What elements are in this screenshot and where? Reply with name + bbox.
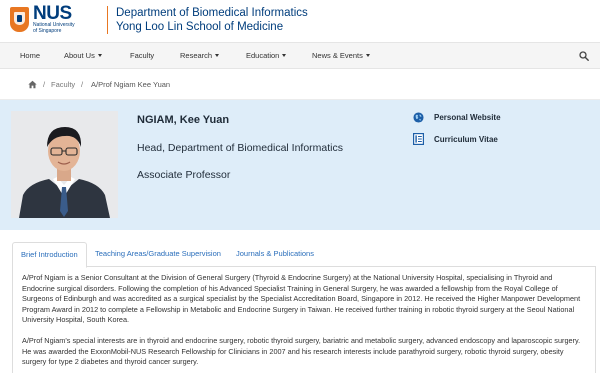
- department-name: Department of Biomedical Informatics: [116, 6, 308, 19]
- school-name: Yong Loo Lin School of Medicine: [116, 20, 284, 33]
- profile-tabs: Brief Introduction Teaching Areas/Gradua…: [12, 242, 596, 268]
- nus-crest-icon: [10, 7, 29, 32]
- breadcrumb-current: A/Prof Ngiam Kee Yuan: [91, 80, 171, 89]
- site-header: NUS National University of Singapore Dep…: [0, 0, 600, 42]
- nus-wordmark-line2: of Singapore: [33, 28, 62, 34]
- chevron-down-icon: [282, 53, 287, 57]
- nav-research-label: Research: [180, 51, 213, 60]
- profile-name: NGIAM, Kee Yuan: [137, 114, 230, 126]
- intro-paragraph: A/Prof Ngiam is a Senior Consultant at t…: [22, 273, 581, 324]
- breadcrumb: / Faculty / A/Prof Ngiam Kee Yuan: [0, 69, 600, 100]
- nav-faculty[interactable]: Faculty: [130, 43, 154, 70]
- document-icon: [413, 133, 424, 145]
- tab-brief-introduction-label: Brief Introduction: [21, 250, 78, 259]
- tab-teaching-areas[interactable]: Teaching Areas/Graduate Supervision: [87, 242, 229, 267]
- chevron-down-icon: [365, 53, 370, 57]
- tab-journals-publications[interactable]: Journals & Publications: [228, 242, 322, 267]
- tab-teaching-areas-label: Teaching Areas/Graduate Supervision: [95, 249, 221, 258]
- nus-logo[interactable]: NUS National University of Singapore Dep…: [10, 3, 308, 34]
- curriculum-vitae-link[interactable]: Curriculum Vitae: [413, 133, 498, 145]
- profile-banner: NGIAM, Kee Yuan Head, Department of Biom…: [0, 100, 600, 230]
- tab-journals-publications-label: Journals & Publications: [236, 249, 314, 258]
- main-navigation: Home About Us Faculty Research Education…: [0, 42, 600, 69]
- personal-website-label: Personal Website: [434, 113, 501, 122]
- globe-icon: [413, 112, 424, 123]
- nav-faculty-label: Faculty: [130, 51, 155, 60]
- nav-education-label: Education: [246, 51, 280, 60]
- search-icon[interactable]: [579, 51, 589, 61]
- curriculum-vitae-label: Curriculum Vitae: [434, 134, 498, 144]
- tab-content-brief-introduction: A/Prof Ngiam is a Senior Consultant at t…: [12, 267, 596, 373]
- home-icon[interactable]: [28, 80, 37, 89]
- nav-news-events[interactable]: News & Events: [312, 43, 370, 70]
- nus-wordmark: NUS National University of Singapore: [33, 3, 105, 34]
- profile-position: Head, Department of Biomedical Informati…: [137, 142, 344, 154]
- nus-wordmark-title: NUS: [33, 3, 72, 24]
- breadcrumb-separator: /: [43, 80, 46, 89]
- logo-divider: [107, 5, 108, 34]
- nav-home[interactable]: Home: [20, 43, 40, 70]
- profile-title: Associate Professor: [137, 169, 231, 181]
- profile-photo: [11, 111, 118, 218]
- personal-website-link[interactable]: Personal Website: [413, 112, 501, 123]
- nav-about-us[interactable]: About Us: [64, 43, 102, 70]
- tab-brief-introduction[interactable]: Brief Introduction: [12, 242, 87, 268]
- nav-news-events-label: News & Events: [312, 51, 363, 60]
- chevron-down-icon: [97, 53, 102, 57]
- intro-paragraph: A/Prof Ngiam's special interests are in …: [22, 336, 581, 366]
- department-title: Department of Biomedical Informatics Yon…: [116, 6, 308, 34]
- nav-research[interactable]: Research: [180, 43, 220, 70]
- breadcrumb-separator: /: [81, 80, 84, 89]
- nav-home-label: Home: [20, 51, 41, 60]
- nav-about-us-label: About Us: [64, 51, 95, 60]
- chevron-down-icon: [215, 53, 220, 57]
- breadcrumb-faculty[interactable]: Faculty: [51, 80, 75, 90]
- nav-education[interactable]: Education: [246, 43, 287, 70]
